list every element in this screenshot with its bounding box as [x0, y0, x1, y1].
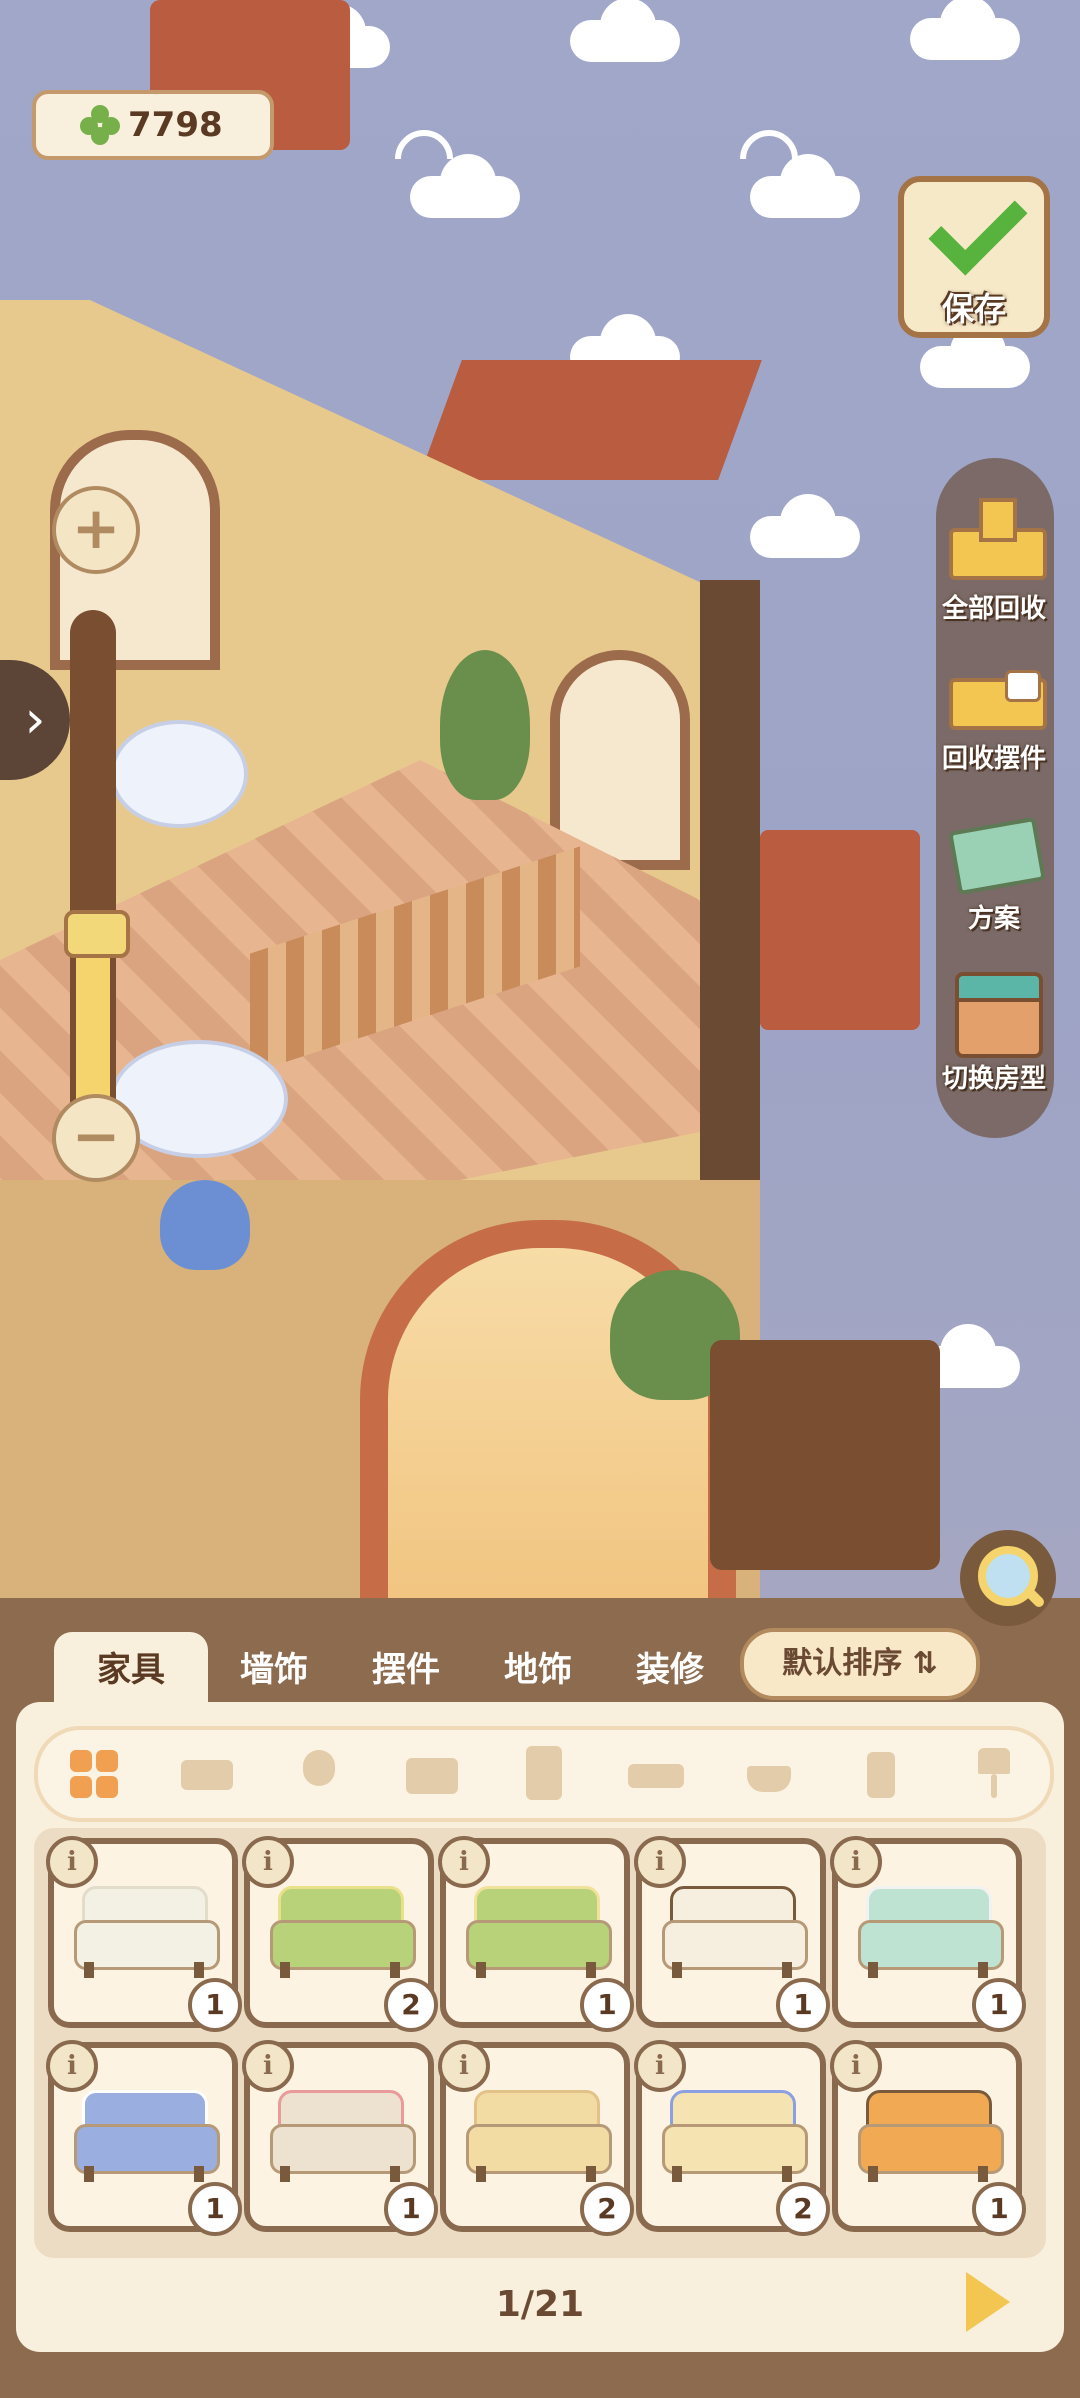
currency-amount: 7798: [128, 105, 223, 145]
mint-bench-sofa-icon: [858, 1886, 1004, 1978]
recycle-all-label: 全部回收: [941, 594, 1046, 624]
zoom-slider[interactable]: [64, 610, 130, 1130]
recycle-ornament-icon: [939, 648, 1049, 738]
bookshelf[interactable]: [710, 1340, 940, 1570]
search-button[interactable]: [960, 1530, 1056, 1626]
item-count-badge: 2: [384, 1978, 438, 2032]
furniture-item-card[interactable]: i2: [438, 2040, 634, 2236]
items-content: i1i2i1i1i1i1i1i2i2i1 1/21: [16, 1702, 1064, 2352]
recycle-all-button[interactable]: 全部回收: [914, 498, 1074, 625]
furniture-item-card[interactable]: i1: [46, 1836, 242, 2032]
cabinet-icon[interactable]: [514, 1744, 574, 1804]
furniture-item-card[interactable]: i1: [46, 2040, 242, 2236]
save-label: 保存: [941, 290, 1006, 328]
next-page-button[interactable]: [966, 2272, 1010, 2332]
item-count-badge: 1: [972, 1978, 1026, 2032]
item-info-button[interactable]: i: [242, 1836, 294, 1888]
switch-room-button[interactable]: 切换房型: [914, 968, 1074, 1095]
zoom-slider-handle[interactable]: [64, 910, 130, 958]
beige-sofa-pink-pillows-icon: [270, 2090, 416, 2182]
cream-sectional-icon: [662, 2090, 808, 2182]
subcategory-filter-bar: [34, 1726, 1054, 1822]
furniture-item-card[interactable]: i1: [634, 1836, 830, 2032]
sort-button[interactable]: 默认排序 ⇅: [740, 1628, 980, 1700]
blueprint-label: 方案: [967, 904, 1020, 934]
flower-pot[interactable]: [160, 1180, 250, 1270]
item-count-badge: 1: [188, 2182, 242, 2236]
white-cushion-bed-icon: [662, 1886, 808, 1978]
item-info-button[interactable]: i: [46, 1836, 98, 1888]
clover-icon: [80, 105, 120, 145]
furniture-item-card[interactable]: i1: [830, 2040, 1026, 2236]
roof-right: [760, 830, 920, 1030]
item-info-button[interactable]: i: [830, 1836, 882, 1888]
room-scene[interactable]: 7798 保存 全部回收 回收摆件 方案 切换房型 + − ›: [0, 0, 1080, 1600]
orange-armchair-icon: [858, 2090, 1004, 2182]
item-info-button[interactable]: i: [46, 2040, 98, 2092]
checkmark-icon: [928, 176, 1028, 276]
cloud: [400, 150, 530, 220]
currency-display: 7798: [32, 90, 274, 160]
recycle-ornament-label: 回收摆件: [941, 744, 1046, 774]
white-sofa-icon: [74, 1886, 220, 1978]
tab-renovation[interactable]: 装修: [604, 1632, 736, 1708]
zoom-out-button[interactable]: −: [52, 1094, 140, 1182]
item-count-badge: 1: [776, 1978, 830, 2032]
item-info-button[interactable]: i: [634, 1836, 686, 1888]
item-grid: i1i2i1i1i1i1i1i2i2i1: [34, 1828, 1046, 2258]
blueprint-icon: [939, 808, 1049, 898]
category-tabs: 家具 墙饰 摆件 地饰 装修: [54, 1632, 736, 1708]
desk-icon[interactable]: [402, 1744, 462, 1804]
tab-furniture[interactable]: 家具: [54, 1632, 208, 1708]
cloud: [560, 0, 690, 64]
cloud: [740, 150, 870, 220]
item-info-button[interactable]: i: [830, 2040, 882, 2092]
all-grid-icon[interactable]: [64, 1744, 124, 1804]
item-count-badge: 1: [580, 1978, 634, 2032]
roof-middle: [418, 360, 762, 480]
switch-room-label: 切换房型: [941, 1064, 1046, 1094]
item-count-badge: 1: [188, 1978, 242, 2032]
sofa-icon[interactable]: [177, 1744, 237, 1804]
tab-ornaments[interactable]: 摆件: [340, 1632, 472, 1708]
furniture-item-card[interactable]: i1: [242, 2040, 438, 2236]
toilet-icon[interactable]: [851, 1744, 911, 1804]
item-count-badge: 2: [776, 2182, 830, 2236]
green-armchair-icon: [270, 1886, 416, 1978]
item-info-button[interactable]: i: [438, 2040, 490, 2092]
chair-icon[interactable]: [289, 1744, 349, 1804]
blue-sofa-icon: [74, 2090, 220, 2182]
potted-plant[interactable]: [440, 650, 530, 800]
stove-icon[interactable]: [739, 1744, 799, 1804]
lamp-icon[interactable]: [964, 1744, 1024, 1804]
cloud: [740, 490, 870, 560]
save-button[interactable]: 保存: [898, 176, 1050, 338]
green-sofa-icon: [466, 1886, 612, 1978]
item-info-button[interactable]: i: [438, 1836, 490, 1888]
switch-room-icon: [939, 968, 1049, 1058]
item-info-button[interactable]: i: [634, 2040, 686, 2092]
item-count-badge: 1: [384, 2182, 438, 2236]
furniture-panel: 家具 墙饰 摆件 地饰 装修 默认排序 ⇅ i1i2i1i1i1i1i1i2i2…: [0, 1598, 1080, 2398]
item-count-badge: 1: [972, 2182, 1026, 2236]
zoom-in-button[interactable]: +: [52, 486, 140, 574]
furniture-item-card[interactable]: i1: [438, 1836, 634, 2032]
side-menu: 全部回收 回收摆件 方案 切换房型: [936, 458, 1054, 1138]
bed-icon[interactable]: [626, 1744, 686, 1804]
cream-chaise-icon: [466, 2090, 612, 2182]
item-info-button[interactable]: i: [242, 2040, 294, 2092]
blueprint-button[interactable]: 方案: [914, 808, 1074, 935]
tab-wall-decor[interactable]: 墙饰: [208, 1632, 340, 1708]
tab-floor-decor[interactable]: 地饰: [472, 1632, 604, 1708]
page-indicator: 1/21: [495, 2284, 585, 2325]
furniture-item-card[interactable]: i1: [830, 1836, 1026, 2032]
furniture-item-card[interactable]: i2: [242, 1836, 438, 2032]
recycle-all-icon: [939, 498, 1049, 588]
zoom-level-fill: [76, 930, 110, 1120]
round-table[interactable]: [110, 720, 248, 828]
furniture-item-card[interactable]: i2: [634, 2040, 830, 2236]
cloud: [900, 0, 1030, 62]
recycle-ornament-button[interactable]: 回收摆件: [914, 648, 1074, 775]
item-count-badge: 2: [580, 2182, 634, 2236]
